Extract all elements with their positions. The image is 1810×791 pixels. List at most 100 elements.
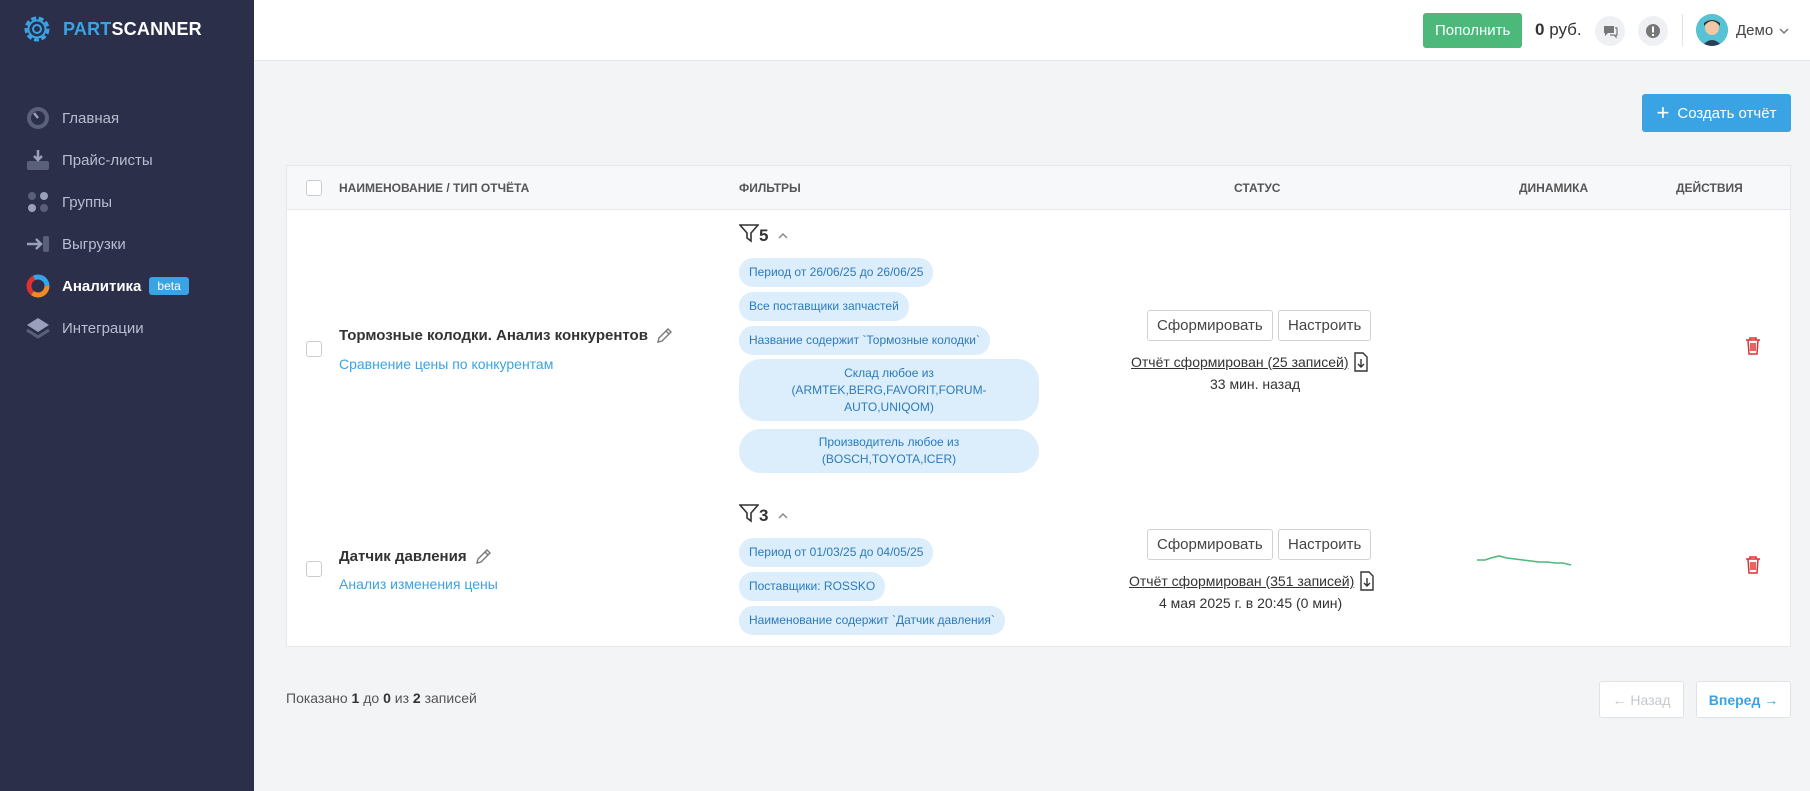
filter-tag: Все поставщики запчастей — [739, 292, 909, 321]
create-report-label: Создать отчёт — [1677, 104, 1777, 122]
donut-chart-icon — [24, 272, 52, 300]
report-status: Отчёт сформирован (351 записей) — [1129, 573, 1355, 589]
user-menu[interactable]: Демо — [1696, 14, 1789, 46]
col-dynamics: ДИНАМИКА — [1519, 181, 1589, 195]
sparkline-chart — [1477, 555, 1572, 566]
pag-shown: Показано — [286, 690, 348, 706]
filter-tag: Склад любое из (ARMTEK,BERG,FAVORIT,FORU… — [739, 359, 1039, 422]
create-report-button[interactable]: + Создать отчёт — [1642, 94, 1791, 132]
col-name: НАИМЕНОВАНИЕ / ТИП ОТЧЁТА — [339, 181, 530, 195]
generate-button[interactable]: Сформировать — [1147, 310, 1273, 341]
tray-download-icon — [24, 146, 52, 174]
brand-name: PARTSCANNER — [63, 19, 202, 40]
report-type-link[interactable]: Сравнение цены по конкурентам — [339, 356, 553, 372]
pag-to-word: до — [363, 690, 380, 706]
chat-icon[interactable] — [1595, 16, 1625, 46]
row-checkbox[interactable] — [306, 561, 322, 577]
logo[interactable]: PARTSCANNER — [21, 13, 202, 45]
next-page-button[interactable]: Вперед → — [1696, 681, 1791, 718]
brand-part: PART — [63, 18, 112, 39]
sidebar-nav: Главная Прайс-листы Группы Выгрузки Анал… — [0, 97, 254, 349]
report-time: 33 мин. назад — [1210, 376, 1301, 392]
sidebar-item-label: Группы — [62, 193, 112, 211]
pag-records-word: записей — [424, 690, 477, 706]
report-name: Датчик давления — [339, 548, 492, 565]
filter-tag: Период от 26/06/25 до 26/06/25 — [739, 258, 934, 287]
sidebar-item-exports[interactable]: Выгрузки — [0, 223, 254, 265]
delete-trash-icon[interactable] — [1744, 555, 1762, 579]
filter-tag: Название содержит `Тормозные колодки` — [739, 326, 990, 355]
select-all-checkbox[interactable] — [306, 180, 322, 196]
filter-icon — [738, 223, 760, 248]
sidebar-item-pricelists[interactable]: Прайс-листы — [0, 139, 254, 181]
dots-grid-icon — [24, 188, 52, 216]
file-download-icon — [1353, 352, 1369, 372]
filter-toggle[interactable]: 3 — [738, 503, 788, 528]
pag-from: 1 — [351, 690, 360, 706]
top-header: Пополнить 0 руб. Демо — [254, 0, 1810, 61]
sidebar-item-analytics[interactable]: Аналитика beta — [0, 265, 254, 307]
sidebar-item-groups[interactable]: Группы — [0, 181, 254, 223]
filter-count: 5 — [759, 225, 769, 245]
gear-logo-icon — [24, 16, 50, 42]
pencil-icon[interactable] — [475, 548, 492, 565]
filter-toggle[interactable]: 5 — [738, 223, 788, 248]
chevron-up-icon — [778, 229, 788, 243]
prev-page-button[interactable]: ← Назад — [1599, 681, 1684, 718]
alert-icon[interactable] — [1638, 16, 1668, 46]
sidebar-item-label: Главная — [62, 109, 120, 127]
sidebar: PARTSCANNER Главная Прайс-листы Группы В… — [0, 0, 254, 791]
topup-button[interactable]: Пополнить — [1423, 13, 1523, 48]
chevron-down-icon — [1779, 22, 1789, 39]
report-name: Тормозные колодки. Анализ конкурентов — [339, 327, 673, 344]
sidebar-item-label: Выгрузки — [62, 235, 126, 253]
sidebar-item-label: Интеграции — [62, 319, 144, 337]
filter-icon — [738, 503, 760, 528]
sidebar-item-home[interactable]: Главная — [0, 97, 254, 139]
report-time: 4 мая 2025 г. в 20:45 (0 мин) — [1159, 595, 1343, 611]
pag-total: 2 — [412, 690, 421, 706]
table-header: НАИМЕНОВАНИЕ / ТИП ОТЧЁТА ФИЛЬТРЫ СТАТУС… — [287, 166, 1790, 210]
filter-tag: Период от 01/03/25 до 04/05/25 — [739, 538, 934, 567]
user-name: Демо — [1736, 21, 1774, 39]
dashboard-icon — [24, 104, 52, 132]
beta-badge: beta — [149, 277, 189, 295]
reports-table: НАИМЕНОВАНИЕ / ТИП ОТЧЁТА ФИЛЬТРЫ СТАТУС… — [286, 165, 1791, 647]
filter-tag: Наименование содержит `Датчик давления` — [739, 606, 1005, 635]
plus-icon: + — [1656, 100, 1670, 125]
filter-tag: Производитель любое из (BOSCH,TOYOTA,ICE… — [739, 429, 1039, 473]
layers-icon — [24, 314, 52, 342]
configure-button[interactable]: Настроить — [1278, 529, 1372, 560]
report-download-link[interactable]: Отчёт сформирован (25 записей) — [1131, 352, 1369, 372]
pencil-icon[interactable] — [656, 327, 673, 344]
pag-to: 0 — [383, 690, 391, 706]
delete-trash-icon[interactable] — [1744, 336, 1762, 360]
balance-amount: 0 — [1535, 20, 1545, 39]
pag-of-word: из — [394, 690, 410, 706]
balance-currency: руб. — [1549, 20, 1582, 39]
pagination-summary: Показано 1 до 0 из 2 записей — [286, 690, 477, 706]
report-status: Отчёт сформирован (25 записей) — [1131, 354, 1349, 370]
report-download-link[interactable]: Отчёт сформирован (351 записей) — [1129, 571, 1375, 591]
sidebar-item-label: Прайс-листы — [62, 151, 153, 169]
export-arrow-icon — [24, 230, 52, 258]
sidebar-item-label: Аналитика — [62, 277, 142, 295]
col-filters: ФИЛЬТРЫ — [739, 181, 801, 195]
filter-tag: Поставщики: ROSSKO — [739, 572, 886, 601]
brand-scanner: SCANNER — [111, 18, 202, 39]
configure-button[interactable]: Настроить — [1278, 310, 1372, 341]
col-actions: ДЕЙСТВИЯ — [1676, 181, 1743, 195]
report-type-link[interactable]: Анализ изменения цены — [339, 576, 498, 592]
report-name-text: Датчик давления — [339, 548, 467, 565]
avatar — [1696, 14, 1728, 46]
chevron-up-icon — [778, 509, 788, 523]
balance: 0 руб. — [1535, 20, 1582, 40]
generate-button[interactable]: Сформировать — [1147, 529, 1273, 560]
report-name-text: Тормозные колодки. Анализ конкурентов — [339, 327, 648, 344]
file-download-icon — [1359, 571, 1375, 591]
filter-count: 3 — [759, 505, 769, 525]
header-divider — [1682, 14, 1683, 46]
row-checkbox[interactable] — [306, 341, 322, 357]
col-status: СТАТУС — [1234, 181, 1281, 195]
sidebar-item-integrations[interactable]: Интеграции — [0, 307, 254, 349]
